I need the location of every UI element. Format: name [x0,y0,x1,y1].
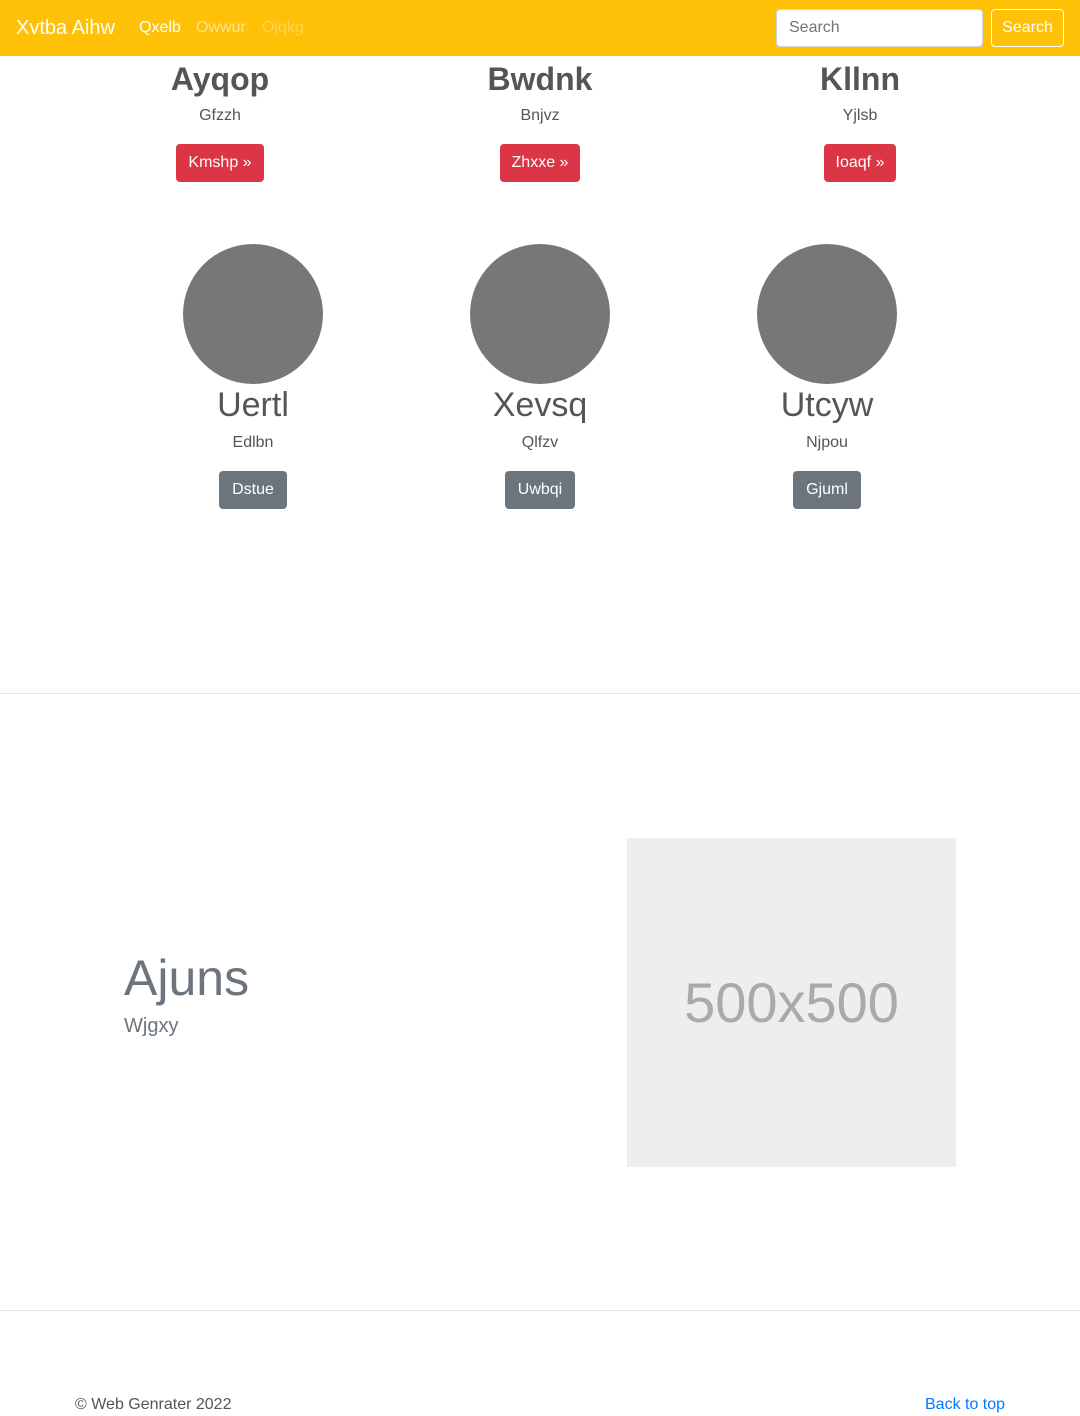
card-title: Kllnn [820,61,900,97]
divider [0,1310,1080,1311]
profile-button[interactable]: Dstue [219,471,287,509]
brand-link[interactable]: Xvtba Aihw [16,15,115,41]
profile-title: Utcyw [780,386,874,424]
nav-link-2[interactable]: Owwur [196,18,246,38]
card-subtitle: Gfzzh [199,107,241,124]
divider [0,693,1080,694]
card-button[interactable]: Ioaqf » [823,144,897,182]
avatar [757,244,897,384]
profile-card-2: Xevsq Qlfzv Uwbqi [440,244,640,509]
profile-card-3: Utcyw Njpou Gjuml [727,244,927,509]
avatar [183,244,323,384]
placeholder-image-label: 500x500 [684,971,899,1034]
card-button[interactable]: Kmshp » [176,144,264,182]
card-button[interactable]: Zhxxe » [499,144,581,182]
profile-title: Uertl [217,386,289,424]
feature-heading: Ajuns [124,950,250,1006]
card-3: Kllnn Yjlsb Ioaqf » [760,56,960,182]
profile-subtitle: Qlfzv [521,434,559,451]
profile-button[interactable]: Uwbqi [504,471,576,509]
search-button[interactable]: Search [991,9,1064,47]
profile-card-1: Uertl Edlbn Dstue [153,244,353,509]
avatar [470,244,610,384]
profile-subtitle: Njpou [806,434,848,451]
nav-link-3[interactable]: Ojqkg [262,18,304,38]
card-title: Ayqop [170,61,270,97]
card-2: Bwdnk Bnjvz Zhxxe » [440,56,640,182]
profile-title: Xevsq [492,386,588,424]
profile-button[interactable]: Gjuml [793,471,861,509]
feature-subheading: Wjgxy [124,1015,179,1037]
nav-link-1[interactable]: Qxelb [139,18,181,38]
footer-copyright: © Web Genrater 2022 [75,1396,232,1413]
profile-subtitle: Edlbn [232,434,274,451]
card-subtitle: Yjlsb [842,107,878,124]
placeholder-image: 500x500 [627,838,956,1167]
card-1: Ayqop Gfzzh Kmshp » [120,56,320,182]
card-title: Bwdnk [487,61,593,97]
search-input[interactable] [776,9,983,47]
back-to-top-link[interactable]: Back to top [925,1395,1005,1415]
navbar: Xvtba Aihw Qxelb Owwur Ojqkg Search [0,0,1080,56]
card-subtitle: Bnjvz [520,107,560,124]
